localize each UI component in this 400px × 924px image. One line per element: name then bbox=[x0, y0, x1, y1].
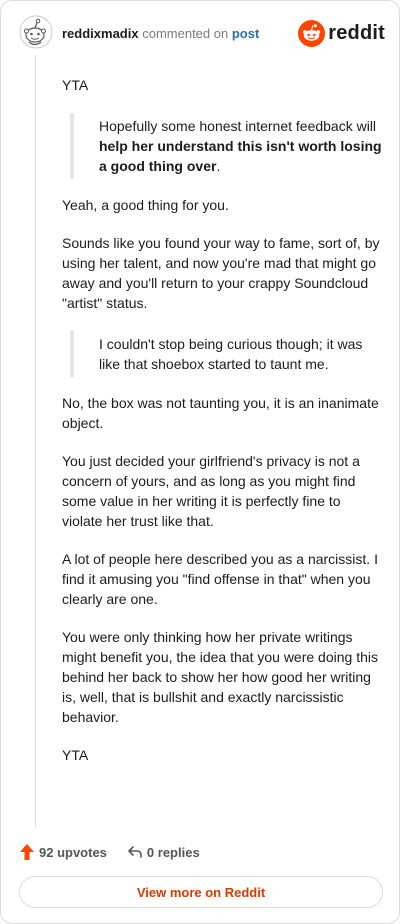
avatar[interactable] bbox=[19, 15, 53, 49]
comment-paragraph: A lot of people here described you as a … bbox=[62, 551, 378, 607]
reply-label: 0 replies bbox=[146, 844, 200, 860]
comment-paragraph: You just decided your girlfriend's priva… bbox=[62, 453, 360, 529]
reply-arrow-icon bbox=[128, 846, 142, 858]
comment-footer: 92 upvotes 0 replies bbox=[19, 841, 200, 863]
view-more-button[interactable]: View more on Reddit bbox=[19, 876, 383, 908]
reddit-logo[interactable]: reddit bbox=[298, 19, 385, 47]
username-link[interactable]: reddixmadix bbox=[62, 26, 139, 41]
comment-header: reddixmadix commented on post reddit bbox=[19, 15, 385, 55]
quote-text-plain: Hopefully some honest internet feedback … bbox=[99, 118, 377, 134]
quote-text: Hopefully some honest internet feedback … bbox=[99, 116, 382, 176]
upvote-label: 92 upvotes bbox=[39, 844, 107, 860]
comment-paragraph: YTA bbox=[62, 77, 89, 93]
thread-line bbox=[35, 55, 36, 827]
blockquote: Hopefully some honest internet feedback … bbox=[70, 113, 382, 179]
reply-count[interactable]: 0 replies bbox=[127, 844, 200, 860]
upvote-count[interactable]: 92 upvotes bbox=[19, 843, 107, 861]
comment-paragraph: You were only thinking how her private w… bbox=[62, 629, 378, 725]
quote-text-bold: help her understand this isn't worth los… bbox=[99, 138, 382, 174]
comment-body: YTA Hopefully some honest internet feedb… bbox=[62, 75, 382, 783]
header-text: reddixmadix commented on post bbox=[62, 26, 259, 42]
quote-text-end: . bbox=[216, 158, 221, 174]
comment-paragraph: No, the box was not taunting you, it is … bbox=[62, 395, 379, 431]
blockquote: I couldn't stop being curious though; it… bbox=[70, 331, 382, 377]
comment-paragraph: Sounds like you found your way to fame, … bbox=[62, 235, 380, 311]
comment-paragraph: YTA bbox=[62, 747, 89, 763]
action-text: commented on bbox=[142, 26, 229, 41]
quote-text: I couldn't stop being curious though; it… bbox=[99, 336, 363, 372]
reddit-wordmark: reddit bbox=[328, 21, 385, 44]
upvote-arrow-icon bbox=[20, 844, 34, 860]
comment-embed-card: reddixmadix commented on post reddit YTA bbox=[0, 0, 400, 924]
post-link[interactable]: post bbox=[232, 26, 259, 41]
reddit-logo-icon bbox=[298, 19, 326, 47]
comment-paragraph: Yeah, a good thing for you. bbox=[62, 197, 229, 213]
